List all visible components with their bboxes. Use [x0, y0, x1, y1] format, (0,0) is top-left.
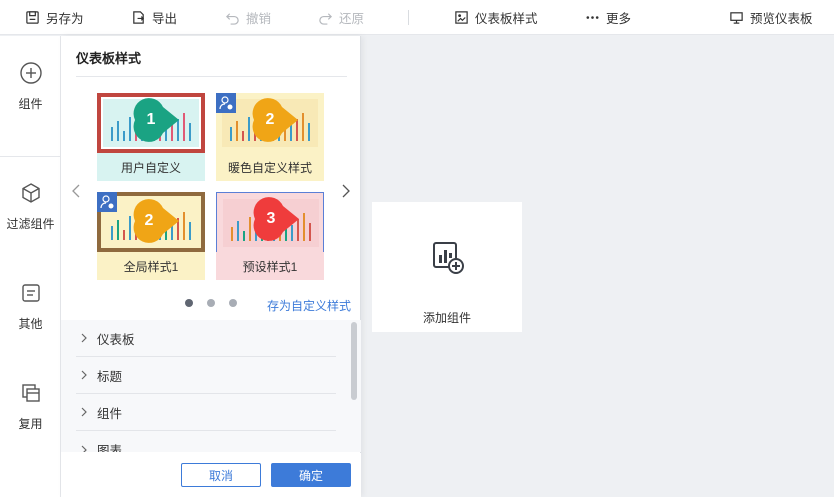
section-label: 标题	[97, 369, 123, 384]
style-sections: 仪表板 标题 组件 图表	[61, 320, 361, 452]
plus-circle-icon	[19, 61, 42, 84]
dashboard-style-button[interactable]: 仪表板样式	[454, 0, 538, 35]
style-badge-number: 2	[265, 111, 275, 128]
dashboard-style-panel: 仪表板样式 1 用户自定义 2 暖色自定义样式 2 全局样式1 3 预设样式1 …	[61, 36, 361, 497]
more-button[interactable]: 更多	[585, 0, 631, 35]
add-component-label: 添加组件	[422, 311, 471, 325]
copy-icon	[21, 383, 40, 402]
chevron-right-icon	[81, 333, 87, 343]
cancel-button[interactable]: 取消	[181, 463, 261, 487]
redo-button[interactable]: 还原	[318, 0, 364, 35]
redo-label: 还原	[339, 12, 365, 26]
rail-label-filter: 过滤组件	[6, 216, 55, 231]
chevron-right-icon	[81, 445, 87, 452]
add-chart-icon	[433, 242, 464, 274]
section-label: 仪表板	[97, 332, 135, 347]
monitor-icon	[730, 12, 743, 24]
user-style-badge	[97, 192, 117, 212]
sections-scrollbar[interactable]	[351, 322, 357, 400]
style-card-global-1[interactable]: 2 全局样式1	[97, 192, 205, 280]
preview-dashboard-button[interactable]: 预览仪表板	[729, 0, 813, 35]
save-as-label: 另存为	[46, 12, 84, 26]
more-icon	[586, 16, 599, 19]
section-component[interactable]: 组件	[76, 394, 336, 431]
style-badge-number: 3	[266, 210, 276, 227]
section-dashboard[interactable]: 仪表板	[76, 320, 336, 357]
save-as-button[interactable]: 另存为	[25, 0, 84, 35]
rail-label-other: 其他	[18, 316, 43, 331]
rail-item-reuse[interactable]: 复用	[0, 356, 61, 456]
left-rail: 组件 过滤组件 其他 复用	[0, 36, 61, 497]
toolbar-separator	[408, 10, 409, 25]
rail-item-components[interactable]: 组件	[0, 36, 61, 136]
style-card-label: 全局样式1	[97, 252, 205, 280]
style-card-label: 暖色自定义样式	[216, 153, 324, 181]
more-label: 更多	[606, 12, 632, 26]
rail-item-other[interactable]: 其他	[0, 256, 61, 356]
section-label: 组件	[97, 406, 123, 421]
undo-icon	[226, 13, 239, 25]
style-card-label: 用户自定义	[97, 153, 205, 181]
page-dot-2[interactable]	[207, 299, 215, 307]
rail-label-reuse: 复用	[18, 416, 43, 431]
chevron-left-icon	[72, 184, 80, 198]
undo-label: 撤销	[246, 12, 272, 26]
panel-title: 仪表板样式	[76, 51, 142, 66]
export-button[interactable]: 导出	[131, 0, 177, 35]
style-icon	[455, 11, 468, 24]
save-icon	[26, 11, 39, 24]
export-icon	[133, 11, 145, 24]
carousel-pagination	[185, 299, 237, 307]
style-thumbnail: 3	[216, 192, 324, 252]
style-thumbnail: 2	[97, 192, 205, 252]
section-title[interactable]: 标题	[76, 357, 336, 394]
style-card-label: 预设样式1	[216, 252, 324, 280]
user-style-badge	[216, 93, 236, 113]
style-badge-number: 1	[146, 111, 156, 128]
chevron-right-icon	[81, 407, 87, 417]
rail-item-filter[interactable]: 过滤组件	[0, 156, 61, 256]
chevron-right-icon	[342, 184, 350, 198]
page-dot-1[interactable]	[185, 299, 193, 307]
style-thumbnail: 2	[216, 93, 324, 153]
list-icon	[21, 283, 40, 302]
user-gear-icon	[219, 96, 233, 110]
redo-icon	[319, 13, 332, 25]
style-thumbnail: 1	[97, 93, 205, 153]
undo-button[interactable]: 撤销	[225, 0, 271, 35]
confirm-button[interactable]: 确定	[271, 463, 351, 487]
style-badge-number: 2	[144, 212, 154, 229]
export-label: 导出	[152, 12, 178, 26]
rail-label-components: 组件	[18, 96, 43, 111]
panel-footer: 取消 确定	[61, 453, 361, 497]
style-card-preset-1[interactable]: 3 预设样式1	[216, 192, 324, 280]
save-custom-style-link[interactable]: 存为自定义样式	[267, 297, 351, 314]
style-card-user-custom[interactable]: 1 用户自定义	[97, 93, 205, 181]
page-dot-3[interactable]	[229, 299, 237, 307]
cube-icon	[21, 182, 40, 203]
panel-divider	[76, 76, 347, 77]
prev-arrow[interactable]	[69, 182, 83, 200]
section-chart[interactable]: 图表	[76, 431, 336, 452]
section-label: 图表	[97, 444, 123, 452]
add-component-card[interactable]: 添加组件	[372, 202, 522, 332]
user-gear-icon	[100, 195, 114, 209]
next-arrow[interactable]	[339, 182, 353, 200]
dashboard-style-label: 仪表板样式	[475, 12, 538, 26]
style-card-warm-custom[interactable]: 2 暖色自定义样式	[216, 93, 324, 181]
preview-label: 预览仪表板	[750, 12, 813, 26]
top-toolbar: 另存为 导出 撤销 还原 仪表板样式 更多 预览仪表板	[0, 0, 834, 35]
chevron-right-icon	[81, 370, 87, 380]
